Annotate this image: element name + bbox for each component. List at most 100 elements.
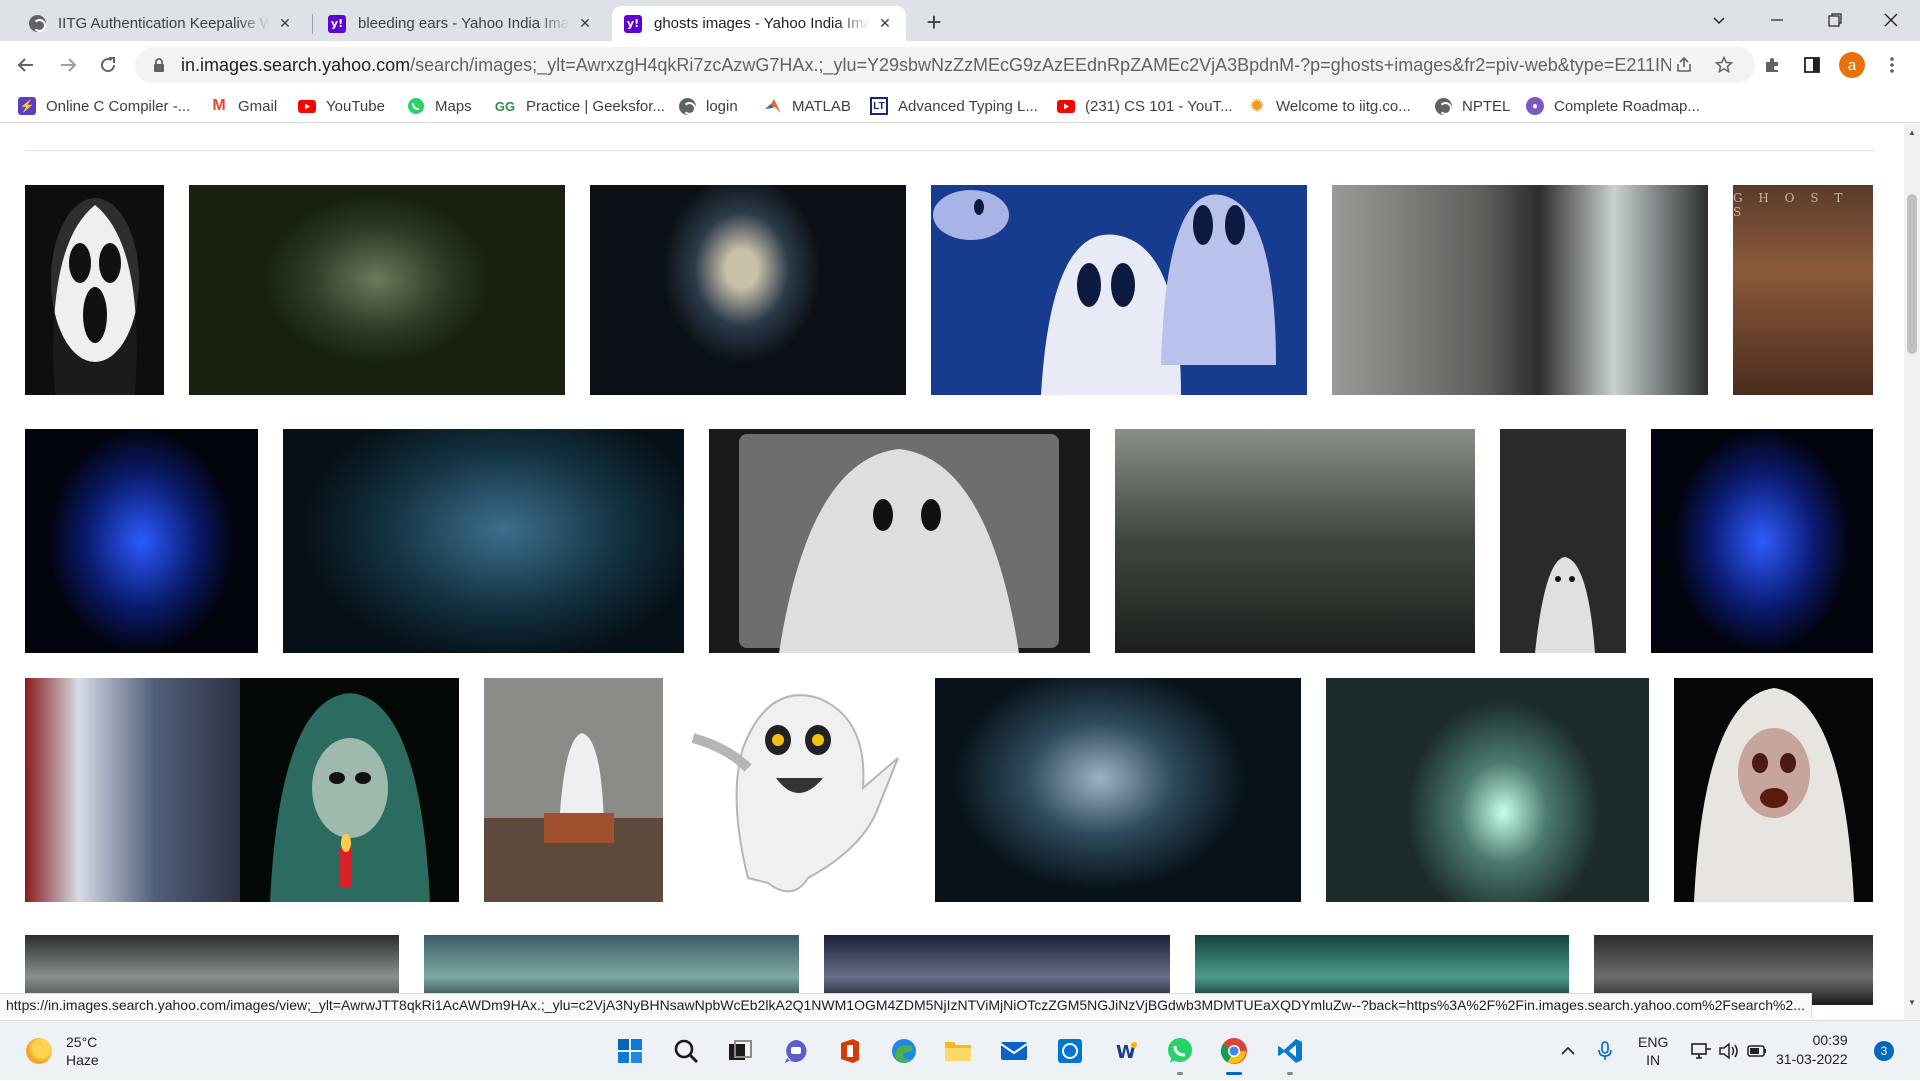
image-thumbnail-long-hair-ghost[interactable]	[283, 429, 684, 653]
scroll-down-arrow-icon[interactable]: ▼	[1904, 994, 1920, 1010]
page-scrollbar[interactable]: ▲ ▼	[1904, 124, 1920, 1020]
bookmark-nptel[interactable]: NPTEL	[1434, 95, 1510, 117]
bookmark-advanced-typing[interactable]: LT Advanced Typing L...	[870, 95, 1038, 117]
bookmark-label: (231) CS 101 - YouT...	[1085, 97, 1233, 115]
iitg-icon: ✹	[1250, 98, 1264, 115]
image-thumbnail-ghost-in-street[interactable]	[1326, 678, 1649, 902]
vscode-icon[interactable]	[1272, 1033, 1308, 1075]
image-thumbnail-green-ghost-woman[interactable]	[189, 185, 565, 395]
language-indicator[interactable]: ENG IN	[1638, 1021, 1668, 1081]
mail-icon[interactable]	[996, 1033, 1032, 1069]
image-thumbnail-scream-mask[interactable]	[25, 185, 164, 395]
bookmark-label: NPTEL	[1462, 97, 1511, 115]
image-thumbnail-green-ghost-candle[interactable]	[240, 678, 459, 902]
tab-iitg-keepalive[interactable]: IITG Authentication Keepalive Wi ✕	[16, 6, 306, 41]
image-thumbnail-blue-ghost-lantern[interactable]	[1651, 429, 1873, 653]
image-thumbnail-sheet-ghost-frame[interactable]	[709, 429, 1090, 653]
lock-icon[interactable]	[149, 57, 169, 73]
image-thumbnail-bridge-ghost-woman[interactable]	[1115, 429, 1475, 653]
tab-label: IITG Authentication Keepalive Wi	[58, 15, 270, 32]
reload-button[interactable]	[92, 49, 124, 81]
bookmark-label: Advanced Typing L...	[898, 97, 1038, 115]
volume-icon[interactable]	[1718, 1021, 1740, 1081]
search-icon[interactable]	[668, 1033, 704, 1069]
whatsapp-icon	[407, 97, 425, 115]
bookmark-cs101-youtube[interactable]: (231) CS 101 - YouT...	[1057, 95, 1233, 117]
chrome-icon[interactable]	[1216, 1033, 1252, 1075]
bookmarks-bar: ⚡ Online C Compiler -... M Gmail YouTube…	[0, 89, 1920, 123]
tray-expand-chevron-icon[interactable]	[1560, 1021, 1576, 1081]
weather-widget[interactable]: 25°C Haze	[26, 1033, 99, 1069]
tab-label: bleeding ears - Yahoo India Imag	[358, 15, 570, 32]
app-w-icon[interactable]: W	[1108, 1033, 1144, 1069]
image-thumbnail-hanging-ghost-girl[interactable]	[1332, 185, 1708, 395]
menu-kebab-icon[interactable]	[1876, 49, 1908, 81]
address-bar[interactable]: in.images.search.yahoo.com/search/images…	[135, 47, 1755, 83]
image-thumbnail-small-sheet-ghost[interactable]	[1500, 429, 1626, 653]
url-host: in.images.search.yahoo.com	[181, 54, 411, 75]
bookmark-gmail[interactable]: M Gmail	[210, 95, 277, 117]
dell-app-icon[interactable]	[1052, 1033, 1088, 1069]
bookmark-youtube[interactable]: YouTube	[298, 95, 385, 117]
bookmark-geeksforgeeks[interactable]: GG Practice | Geeksfor...	[494, 95, 665, 117]
image-thumbnail-ghost-mother-window[interactable]	[25, 678, 240, 902]
office-icon[interactable]	[832, 1033, 868, 1069]
image-thumbnail-cartoon-ghost[interactable]	[688, 678, 910, 902]
side-panel-icon[interactable]	[1796, 49, 1828, 81]
file-explorer-icon[interactable]	[940, 1033, 976, 1069]
tab-ghosts-images[interactable]: y! ghosts images - Yahoo India Imag ✕	[612, 6, 906, 41]
url-text[interactable]: in.images.search.yahoo.com/search/images…	[181, 55, 1671, 76]
image-thumbnail-smoke-ghost-face[interactable]	[935, 678, 1301, 902]
youtube-icon	[298, 97, 316, 115]
scrollbar-thumb[interactable]	[1907, 194, 1917, 354]
extensions-icon[interactable]	[1756, 49, 1788, 81]
bookmark-online-c-compiler[interactable]: ⚡ Online C Compiler -...	[18, 95, 190, 117]
task-view-icon[interactable]	[722, 1033, 758, 1069]
whatsapp-icon[interactable]	[1162, 1033, 1198, 1075]
image-thumbnail-ghostface-dark[interactable]	[590, 185, 906, 395]
edge-icon[interactable]	[886, 1033, 922, 1069]
yahoo-icon: y!	[624, 14, 642, 33]
globe-icon	[1434, 97, 1452, 115]
start-button[interactable]	[612, 1033, 648, 1069]
image-thumbnail-ghosts-tv-show[interactable]: G H O S T S	[1733, 185, 1873, 395]
microphone-icon[interactable]	[1598, 1021, 1612, 1081]
tab-strip: IITG Authentication Keepalive Wi ✕ y! bl…	[0, 0, 1920, 41]
close-tab-icon[interactable]: ✕	[876, 15, 894, 33]
close-tab-icon[interactable]: ✕	[276, 15, 294, 33]
battery-icon[interactable]	[1746, 1021, 1768, 1081]
clock[interactable]: 00:39 31-03-2022	[1776, 1031, 1848, 1069]
close-tab-icon[interactable]: ✕	[576, 15, 594, 33]
teams-chat-icon[interactable]	[778, 1033, 814, 1069]
bookmark-iitg[interactable]: ✹ Welcome to iitg.co...	[1248, 95, 1410, 117]
network-icon[interactable]	[1690, 1021, 1712, 1081]
tab-search-button[interactable]	[1690, 0, 1748, 40]
image-thumbnail-sheet-ghost-field[interactable]	[484, 678, 663, 902]
tab-bleeding-ears[interactable]: y! bleeding ears - Yahoo India Imag ✕	[316, 6, 606, 41]
bookmark-matlab[interactable]: MATLAB	[764, 95, 851, 117]
link-status-bar: https://in.images.search.yahoo.com/image…	[0, 993, 1812, 1018]
image-thumbnail-cartoon-sheet-ghosts[interactable]	[931, 185, 1307, 395]
bookmark-maps[interactable]: Maps	[407, 95, 472, 117]
profile-avatar[interactable]: a	[1836, 49, 1868, 81]
bookmark-label: Practice | Geeksfor...	[526, 97, 665, 115]
share-icon[interactable]	[1670, 51, 1698, 79]
minimize-button[interactable]	[1748, 0, 1806, 40]
new-tab-button[interactable]: +	[920, 9, 948, 37]
youtube-icon	[1057, 97, 1075, 115]
bookmark-star-icon[interactable]	[1710, 51, 1738, 79]
clock-time: 00:39	[1812, 1032, 1848, 1048]
matlab-icon	[764, 97, 782, 115]
image-thumbnail-bride-ghost[interactable]	[1674, 678, 1873, 902]
bookmark-label: Maps	[435, 97, 472, 115]
back-button[interactable]	[10, 49, 42, 81]
notification-badge[interactable]: 3	[1874, 1041, 1894, 1061]
restore-button[interactable]	[1806, 0, 1864, 40]
close-window-button[interactable]	[1862, 0, 1920, 40]
scroll-up-arrow-icon[interactable]: ▲	[1904, 124, 1920, 140]
forward-button[interactable]	[52, 49, 84, 81]
gmail-icon: M	[212, 97, 226, 114]
bookmark-login[interactable]: login	[678, 95, 738, 117]
image-thumbnail-blue-ghost-hood[interactable]	[25, 429, 258, 653]
bookmark-complete-roadmap[interactable]: ● Complete Roadmap...	[1526, 95, 1700, 117]
